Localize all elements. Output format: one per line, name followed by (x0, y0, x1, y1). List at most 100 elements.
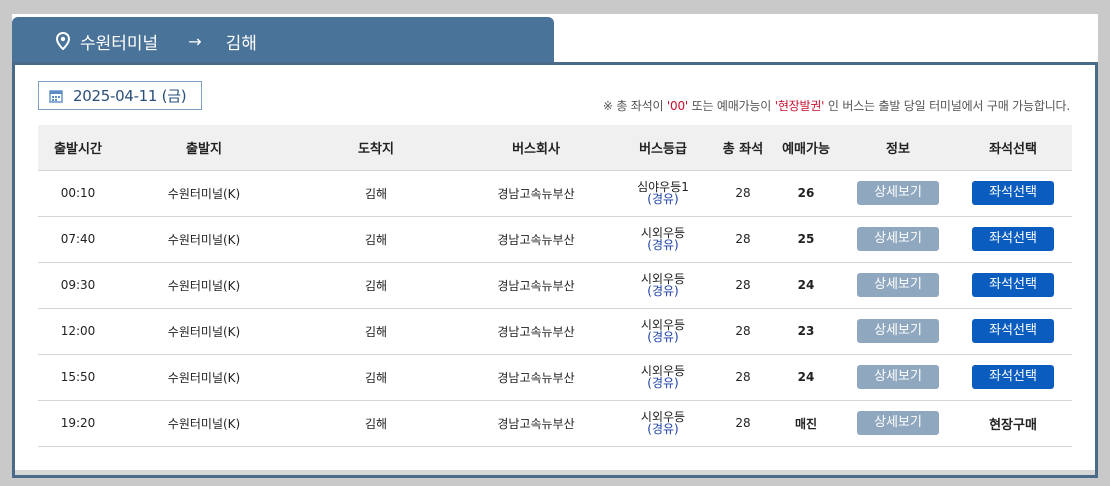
onsite-purchase-label: 현장구매 (989, 417, 1037, 433)
schedule-panel: 2025-04-11 (금) ※ 총 좌석이 '00' 또는 예매가능이 '현장… (12, 62, 1098, 478)
cell-origin: 수원터미널(K) (118, 170, 290, 217)
cell-total-seats: 28 (716, 308, 770, 355)
table-row: 15:50 수원터미널(K) 김해 경남고속뉴부산 시외우등 (경유) 28 24… (38, 354, 1072, 401)
calendar-icon (49, 89, 63, 103)
cell-total-seats: 28 (716, 354, 770, 401)
date-selector[interactable]: 2025-04-11 (금) (38, 81, 202, 110)
cell-available: 24 (770, 262, 842, 309)
via-label: (경유) (647, 330, 679, 344)
seat-select-button[interactable]: 좌석선택 (972, 319, 1054, 343)
via-label: (경유) (647, 376, 679, 390)
cell-time: 07:40 (38, 216, 118, 263)
detail-button[interactable]: 상세보기 (857, 273, 939, 297)
detail-button[interactable]: 상세보기 (857, 319, 939, 343)
cell-total-seats: 28 (716, 400, 770, 447)
header-departure-time: 출발시간 (38, 125, 118, 171)
cell-seat-select: 좌석선택 (954, 308, 1072, 355)
cell-destination: 김해 (290, 216, 462, 263)
table-row: 00:10 수원터미널(K) 김해 경남고속뉴부산 심야우등1 (경유) 28 2… (38, 170, 1072, 217)
cell-destination: 김해 (290, 354, 462, 401)
header-grade: 버스등급 (610, 125, 716, 171)
cell-seat-select: 현장구매 (954, 400, 1072, 447)
cell-destination: 김해 (290, 400, 462, 447)
route-tab: 수원터미널 → 김해 (12, 17, 554, 65)
cell-origin: 수원터미널(K) (118, 216, 290, 263)
cell-grade: 시외우등 (경유) (610, 216, 716, 263)
cell-destination: 김해 (290, 170, 462, 217)
cell-time: 09:30 (38, 262, 118, 309)
cell-origin: 수원터미널(K) (118, 262, 290, 309)
cell-company: 경남고속뉴부산 (462, 400, 610, 447)
header-seat-select: 좌석선택 (954, 125, 1072, 171)
cell-grade: 시외우등 (경유) (610, 400, 716, 447)
cell-info: 상세보기 (842, 216, 954, 263)
cell-available: 23 (770, 308, 842, 355)
seat-select-button[interactable]: 좌석선택 (972, 365, 1054, 389)
via-label: (경유) (647, 192, 679, 206)
cell-company: 경남고속뉴부산 (462, 170, 610, 217)
cell-time: 15:50 (38, 354, 118, 401)
detail-button[interactable]: 상세보기 (857, 181, 939, 205)
cell-company: 경남고속뉴부산 (462, 262, 610, 309)
cell-origin: 수원터미널(K) (118, 308, 290, 355)
seat-select-button[interactable]: 좌석선택 (972, 227, 1054, 251)
cell-destination: 김해 (290, 262, 462, 309)
cell-grade: 심야우등1 (경유) (610, 170, 716, 217)
cell-total-seats: 28 (716, 262, 770, 309)
seat-select-button[interactable]: 좌석선택 (972, 181, 1054, 205)
cell-available: 25 (770, 216, 842, 263)
table-row: 09:30 수원터미널(K) 김해 경남고속뉴부산 시외우등 (경유) 28 24… (38, 262, 1072, 309)
cell-seat-select: 좌석선택 (954, 216, 1072, 263)
table-row: 12:00 수원터미널(K) 김해 경남고속뉴부산 시외우등 (경유) 28 23… (38, 308, 1072, 355)
table-header-row: 출발시간 출발지 도착지 버스회사 버스등급 총 좌석 예매가능 정보 좌석선택 (38, 125, 1072, 171)
cell-grade: 시외우등 (경유) (610, 354, 716, 401)
detail-button[interactable]: 상세보기 (857, 227, 939, 251)
cell-time: 19:20 (38, 400, 118, 447)
bus-schedule-table: 출발시간 출발지 도착지 버스회사 버스등급 총 좌석 예매가능 정보 좌석선택… (38, 125, 1072, 447)
cell-seat-select: 좌석선택 (954, 262, 1072, 309)
cell-info: 상세보기 (842, 170, 954, 217)
via-label: (경유) (647, 284, 679, 298)
cell-origin: 수원터미널(K) (118, 400, 290, 447)
cell-company: 경남고속뉴부산 (462, 216, 610, 263)
header-destination: 도착지 (290, 125, 462, 171)
cell-origin: 수원터미널(K) (118, 354, 290, 401)
header-company: 버스회사 (462, 125, 610, 171)
cell-sold-out: 매진 (770, 400, 842, 447)
seat-select-button[interactable]: 좌석선택 (972, 273, 1054, 297)
cell-grade: 시외우등 (경유) (610, 308, 716, 355)
detail-button[interactable]: 상세보기 (857, 411, 939, 435)
panel-bottom-bar (15, 470, 1095, 475)
header-available: 예매가능 (770, 125, 842, 171)
cell-seat-select: 좌석선택 (954, 354, 1072, 401)
cell-destination: 김해 (290, 308, 462, 355)
purchase-notice: ※ 총 좌석이 '00' 또는 예매가능이 '현장발권' 인 버스는 출발 당일… (602, 99, 1070, 113)
location-pin-icon (56, 32, 70, 50)
via-label: (경유) (647, 238, 679, 252)
cell-total-seats: 28 (716, 216, 770, 263)
cell-info: 상세보기 (842, 308, 954, 355)
cell-total-seats: 28 (716, 170, 770, 217)
route-arrow-icon: → (188, 31, 202, 51)
cell-info: 상세보기 (842, 354, 954, 401)
route-origin: 수원터미널 (80, 33, 159, 54)
header-origin: 출발지 (118, 125, 290, 171)
table-row: 19:20 수원터미널(K) 김해 경남고속뉴부산 시외우등 (경유) 28 매진… (38, 400, 1072, 447)
cell-company: 경남고속뉴부산 (462, 354, 610, 401)
cell-available: 24 (770, 354, 842, 401)
cell-company: 경남고속뉴부산 (462, 308, 610, 355)
cell-time: 12:00 (38, 308, 118, 355)
via-label: (경유) (647, 422, 679, 436)
detail-button[interactable]: 상세보기 (857, 365, 939, 389)
header-info: 정보 (842, 125, 954, 171)
cell-time: 00:10 (38, 170, 118, 217)
cell-info: 상세보기 (842, 262, 954, 309)
cell-grade: 시외우등 (경유) (610, 262, 716, 309)
table-row: 07:40 수원터미널(K) 김해 경남고속뉴부산 시외우등 (경유) 28 25… (38, 216, 1072, 263)
route-result-frame: 수원터미널 → 김해 2025-04-11 (금) ※ 총 좌석이 '00' 또… (12, 14, 1098, 478)
cell-seat-select: 좌석선택 (954, 170, 1072, 217)
route-destination: 김해 (225, 33, 257, 54)
header-total-seats: 총 좌석 (716, 125, 770, 171)
date-label: 2025-04-11 (금) (73, 87, 187, 105)
cell-available: 26 (770, 170, 842, 217)
